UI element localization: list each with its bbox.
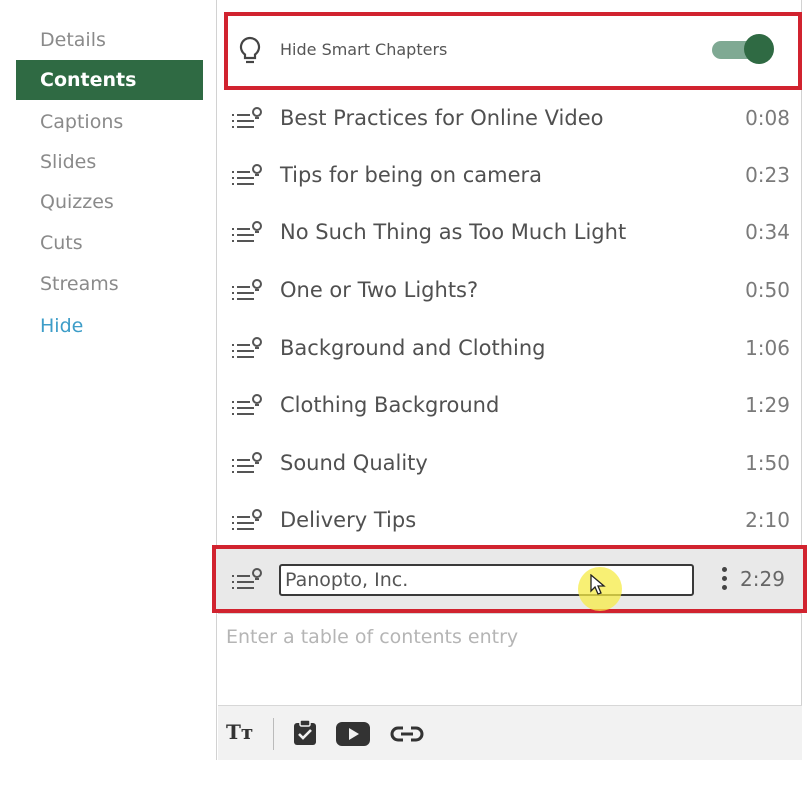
chapter-time[interactable]: 2:10 [745, 508, 790, 532]
lightbulb-icon [239, 36, 261, 64]
chapter-title: Tips for being on camera [280, 163, 543, 187]
nav-item-slides[interactable]: Slides [16, 142, 203, 182]
nav-item-details[interactable]: Details [16, 20, 203, 60]
smart-chapter-icon [232, 221, 262, 242]
chapter-time[interactable]: 0:23 [745, 163, 790, 187]
chapter-time[interactable]: 2:29 [740, 567, 785, 591]
toc-entry-input[interactable] [218, 614, 802, 705]
chapter-time[interactable]: 1:06 [745, 336, 790, 360]
chapter-row[interactable]: Clothing Background 1:29 [218, 379, 802, 436]
chapter-title: Clothing Background [280, 393, 500, 417]
chapter-row[interactable]: Best Practices for Online Video 0:08 [218, 92, 802, 149]
chapter-row[interactable]: One or Two Lights? 0:50 [218, 264, 802, 321]
smart-chapter-icon [232, 509, 262, 530]
hide-smart-chapters-row: Hide Smart Chapters [224, 12, 802, 90]
link-icon[interactable] [390, 724, 424, 744]
smart-chapters-label: Hide Smart Chapters [280, 40, 448, 59]
chapter-title-input[interactable] [279, 564, 694, 596]
chapter-time[interactable]: 1:29 [745, 393, 790, 417]
chapter-time[interactable]: 0:08 [745, 106, 790, 130]
toc-entry-box [218, 613, 802, 705]
smart-chapter-icon [232, 107, 262, 128]
chapter-time[interactable]: 0:34 [745, 220, 790, 244]
smart-chapter-icon [232, 279, 262, 300]
chapter-title: Delivery Tips [280, 508, 417, 532]
chapter-title: Best Practices for Online Video [280, 106, 604, 130]
chapter-title: One or Two Lights? [280, 278, 479, 302]
nav-item-captions[interactable]: Captions [16, 102, 203, 142]
smart-chapter-icon [232, 452, 262, 473]
chapter-title: Background and Clothing [280, 336, 546, 360]
toolbar-divider [273, 718, 274, 750]
smart-chapter-icon [232, 568, 262, 589]
chapter-row[interactable]: Delivery Tips 2:10 [218, 494, 802, 551]
text-format-button[interactable]: Tт [226, 720, 253, 744]
chapter-title: No Such Thing as Too Much Light [280, 220, 627, 244]
chapter-time[interactable]: 1:50 [745, 451, 790, 475]
chapter-title: Sound Quality [280, 451, 428, 475]
chapter-row[interactable]: Tips for being on camera 0:23 [218, 149, 802, 206]
toggle-knob [744, 34, 774, 64]
nav-item-contents[interactable]: Contents [16, 60, 203, 100]
smart-chapter-icon [232, 394, 262, 415]
nav-item-streams[interactable]: Streams [16, 264, 203, 304]
smart-chapters-toggle[interactable] [712, 34, 774, 64]
more-options-icon[interactable] [718, 563, 730, 597]
chapter-row[interactable]: No Such Thing as Too Much Light 0:34 [218, 206, 802, 263]
nav-item-quizzes[interactable]: Quizzes [16, 182, 203, 222]
smart-chapter-icon [232, 164, 262, 185]
clipboard-check-icon[interactable] [292, 720, 318, 746]
entry-toolbar: Tт [218, 705, 802, 760]
nav-item-cuts[interactable]: Cuts [16, 223, 203, 263]
chapter-time[interactable]: 0:50 [745, 278, 790, 302]
nav-item-hide[interactable]: Hide [16, 306, 203, 346]
chapter-row[interactable]: Sound Quality 1:50 [218, 437, 802, 494]
smart-chapter-icon [232, 337, 262, 358]
video-play-icon[interactable] [336, 722, 370, 746]
chapter-row[interactable]: Background and Clothing 1:06 [218, 322, 802, 379]
editing-chapter-row: 2:29 [212, 545, 807, 613]
